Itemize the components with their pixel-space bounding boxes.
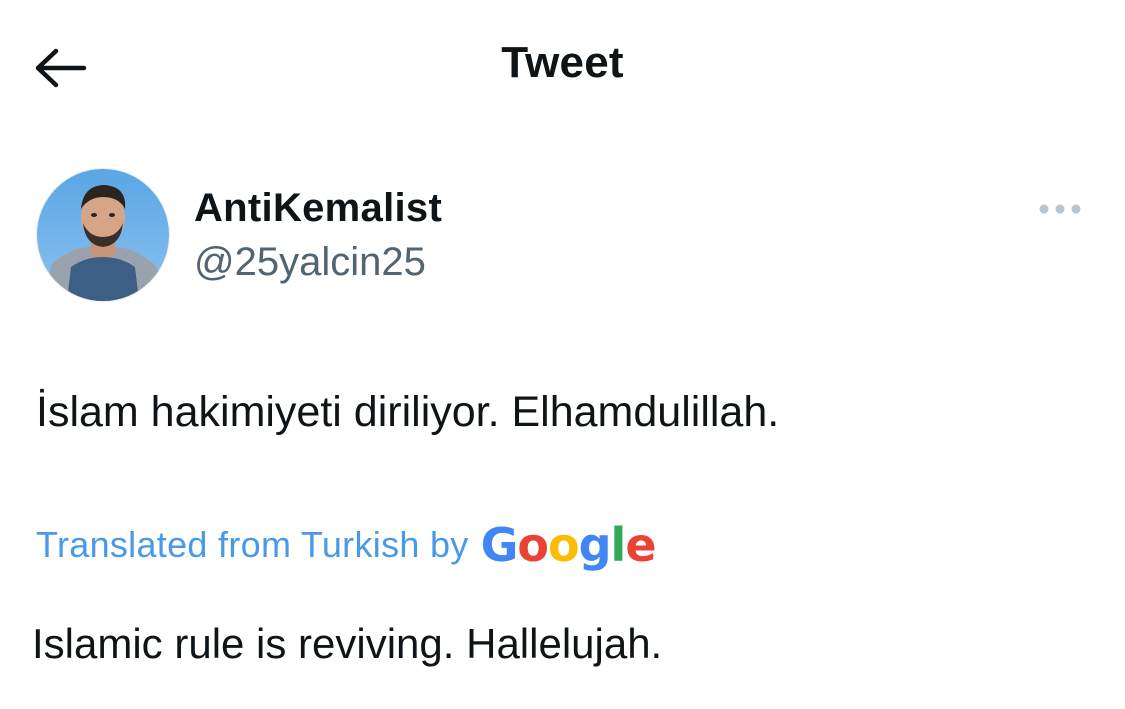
google-logo: Google — [480, 518, 657, 572]
google-logo-letter: o — [548, 518, 580, 572]
translated-from-label: Translated from Turkish by — [36, 524, 469, 565]
tweet-text: İslam hakimiyeti diriliyor. Elhamdulilla… — [36, 388, 780, 436]
google-logo-letter: g — [578, 518, 612, 572]
page-title: Tweet — [501, 38, 624, 87]
author-display-name[interactable]: AntiKemalist — [194, 186, 442, 231]
top-bar: Tweet — [0, 0, 1125, 134]
avatar[interactable] — [36, 168, 170, 302]
google-logo-letter: e — [625, 518, 656, 572]
google-logo-letter: l — [610, 518, 627, 572]
profile-photo — [37, 169, 169, 301]
translated-tweet-text: Islamic rule is reviving. Hallelujah. — [32, 620, 663, 667]
google-logo-letter: o — [517, 518, 549, 572]
google-logo-letter: G — [480, 518, 519, 572]
author-handle[interactable]: @25yalcin25 — [194, 240, 426, 285]
more-horizontal-icon — [1039, 204, 1081, 214]
tweet-author: AntiKemalist @25yalcin25 — [36, 168, 1096, 304]
more-options-button[interactable] — [1032, 190, 1088, 228]
translation-attribution: Translated from Turkish by Google — [36, 518, 657, 572]
